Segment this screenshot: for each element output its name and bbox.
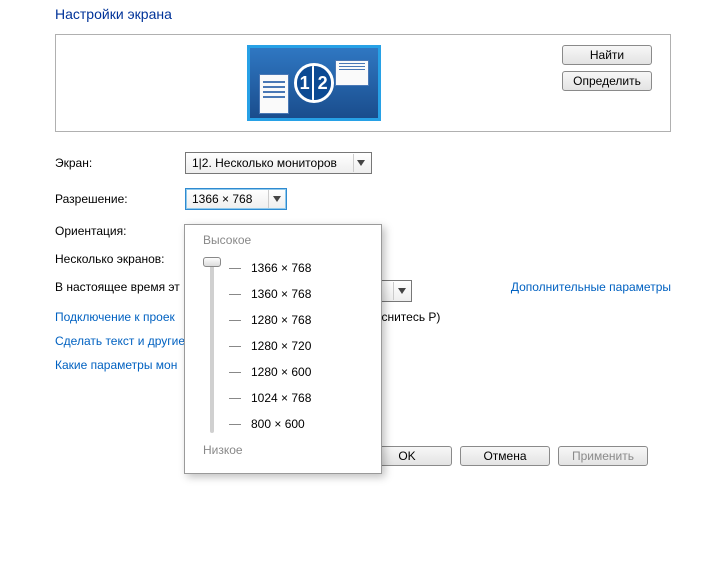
resolution-option-label: 1280 × 768	[251, 313, 311, 327]
identify-button[interactable]: Определить	[562, 71, 652, 91]
monitor-preview-area: 1 2 Найти Определить	[55, 34, 671, 132]
resolution-dropdown-value: 1366 × 768	[192, 192, 268, 206]
projector-link[interactable]: Подключение к проек	[55, 310, 175, 324]
advanced-params-link[interactable]: Дополнительные параметры	[511, 280, 671, 300]
screen-label: Экран:	[55, 156, 185, 170]
preview-window-right	[335, 60, 369, 86]
resolution-high-label: Высокое	[203, 233, 371, 247]
resolution-dropdown[interactable]: 1366 × 768	[185, 188, 287, 210]
screen-dropdown[interactable]: 1|2. Несколько мониторов	[185, 152, 372, 174]
chevron-down-icon	[393, 282, 409, 300]
resolution-option-label: 1024 × 768	[251, 391, 311, 405]
orientation-label: Ориентация:	[55, 224, 185, 238]
currently-text: В настоящее время эт	[55, 280, 180, 294]
apply-button[interactable]: Применить	[558, 446, 648, 466]
resolution-option-label: 1366 × 768	[251, 261, 311, 275]
resolution-option[interactable]: 1280 × 600	[229, 359, 371, 385]
slider-tick	[229, 372, 241, 373]
monitor-arrangement[interactable]: 1 2	[247, 45, 381, 121]
preview-window-left	[259, 74, 289, 114]
resolution-slider-thumb[interactable]	[203, 257, 221, 267]
resolution-option[interactable]: 1360 × 768	[229, 281, 371, 307]
slider-tick	[229, 346, 241, 347]
projector-tail-text: оснитесь P)	[375, 310, 441, 334]
find-button[interactable]: Найти	[562, 45, 652, 65]
screen-dropdown-value: 1|2. Несколько мониторов	[192, 156, 353, 170]
resolution-option-label: 1280 × 720	[251, 339, 311, 353]
page-title: Настройки экрана	[55, 6, 671, 22]
multiple-label: Несколько экранов:	[55, 252, 185, 266]
slider-tick	[229, 424, 241, 425]
resolution-option[interactable]: 1366 × 768	[229, 255, 371, 281]
slider-tick	[229, 268, 241, 269]
resolution-option[interactable]: 1280 × 720	[229, 333, 371, 359]
chevron-down-icon	[268, 190, 284, 208]
resolution-popup: Высокое 1366 × 768 1360 × 768 1280 × 768 12…	[184, 224, 382, 474]
resolution-option[interactable]: 1280 × 768	[229, 307, 371, 333]
resolution-option[interactable]: 1024 × 768	[229, 385, 371, 411]
resolution-option[interactable]: 800 × 600	[229, 411, 371, 437]
resolution-option-label: 1280 × 600	[251, 365, 311, 379]
slider-tick	[229, 294, 241, 295]
resolution-option-label: 800 × 600	[251, 417, 305, 431]
slider-tick	[229, 398, 241, 399]
resolution-slider-track[interactable]	[210, 257, 214, 433]
resolution-label: Разрешение:	[55, 192, 185, 206]
cancel-button[interactable]: Отмена	[460, 446, 550, 466]
resolution-low-label: Низкое	[203, 443, 371, 457]
monitor-1-badge: 1	[297, 66, 314, 100]
slider-tick	[229, 320, 241, 321]
chevron-down-icon	[353, 154, 369, 172]
monitor-2-badge: 2	[314, 66, 331, 100]
resolution-option-label: 1360 × 768	[251, 287, 311, 301]
